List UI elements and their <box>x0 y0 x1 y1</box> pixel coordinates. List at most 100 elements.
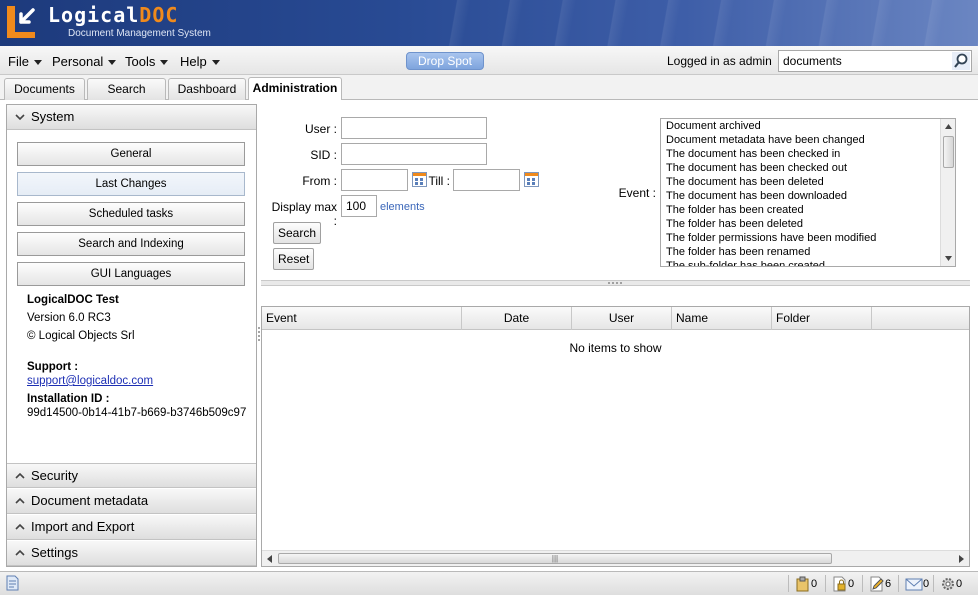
product-name: LogicalDOC Test <box>27 294 119 306</box>
edit-document-icon <box>870 576 884 592</box>
grid-header: Event Date User Name Folder <box>262 307 969 330</box>
chevron-up-icon <box>15 497 25 504</box>
section-document-metadata-label: Document metadata <box>31 493 149 508</box>
event-option[interactable]: Document metadata have been changed <box>661 133 955 147</box>
horizontal-splitter[interactable] <box>261 280 970 286</box>
tab-administration[interactable]: Administration <box>248 77 342 100</box>
status-bar: 0 0 6 0 0 <box>0 571 978 595</box>
event-option[interactable]: The folder has been deleted <box>661 217 955 231</box>
chevron-down-icon <box>211 60 220 66</box>
status-separator <box>898 575 899 592</box>
section-import-export-header[interactable]: Import and Export <box>7 515 256 540</box>
user-field-box <box>341 117 487 139</box>
section-settings-header[interactable]: Settings <box>7 541 256 566</box>
general-button[interactable]: General <box>17 142 245 166</box>
scheduled-tasks-button[interactable]: Scheduled tasks <box>17 202 245 226</box>
status-separator <box>825 575 826 592</box>
last-changes-button[interactable]: Last Changes <box>17 172 245 196</box>
user-field[interactable] <box>342 118 486 138</box>
clipboard-icon <box>796 576 809 592</box>
menu-file[interactable]: File <box>8 54 42 69</box>
scroll-right-arrow-icon[interactable] <box>954 552 968 566</box>
chevron-down-icon <box>108 60 117 66</box>
app-subtitle: Document Management System <box>68 28 211 39</box>
scroll-up-arrow-icon[interactable] <box>944 122 953 131</box>
event-option[interactable]: The folder has been renamed <box>661 245 955 259</box>
scrollbar-thumb[interactable]: ||| <box>278 553 832 564</box>
menu-tools[interactable]: Tools <box>125 54 169 69</box>
tab-search[interactable]: Search <box>87 78 166 100</box>
event-option[interactable]: The sub-folder has been created <box>661 259 955 266</box>
logged-in-label: Logged in as admin <box>667 54 772 68</box>
support-email-wrap: support@logicaldoc.com <box>27 375 153 387</box>
display-max-field[interactable] <box>342 196 376 216</box>
event-multiselect[interactable]: Document archived Document metadata have… <box>660 118 956 267</box>
section-import-export-label: Import and Export <box>31 519 135 534</box>
column-name[interactable]: Name <box>672 307 772 330</box>
chevron-up-icon <box>15 549 25 556</box>
scrollbar-thumb[interactable] <box>943 136 954 168</box>
sid-field-box <box>341 143 487 165</box>
section-document-metadata-header[interactable]: Document metadata <box>7 489 256 514</box>
column-folder[interactable]: Folder <box>772 307 872 330</box>
column-event[interactable]: Event <box>262 307 462 330</box>
column-user[interactable]: User <box>572 307 672 330</box>
column-date[interactable]: Date <box>462 307 572 330</box>
event-option[interactable]: The document has been checked out <box>661 161 955 175</box>
section-security-header[interactable]: Security <box>7 463 256 488</box>
locked-document-icon <box>833 576 846 592</box>
event-option[interactable]: The document has been downloaded <box>661 189 955 203</box>
calendar-icon[interactable] <box>524 172 539 187</box>
gear-icon <box>942 578 954 591</box>
till-date-field[interactable] <box>454 170 519 190</box>
elements-label: elements <box>380 201 425 213</box>
status-separator <box>788 575 789 592</box>
event-option[interactable]: The document has been checked in <box>661 147 955 161</box>
menu-help[interactable]: Help <box>180 54 220 69</box>
support-email-link[interactable]: support@logicaldoc.com <box>27 375 153 387</box>
quick-search-box <box>778 50 972 72</box>
mail-icon <box>905 578 923 591</box>
search-icon[interactable] <box>952 52 970 70</box>
from-date-box <box>341 169 408 191</box>
sid-field[interactable] <box>342 144 486 164</box>
document-icon[interactable] <box>5 575 19 591</box>
search-button[interactable]: Search <box>273 222 322 244</box>
chevron-down-icon <box>15 114 25 121</box>
event-option[interactable]: The document has been deleted <box>661 175 955 189</box>
quick-search-input[interactable] <box>779 51 949 71</box>
messages-counter[interactable]: 0 <box>905 575 929 593</box>
search-and-indexing-button[interactable]: Search and Indexing <box>17 232 245 256</box>
from-date-field[interactable] <box>342 170 407 190</box>
till-date-box <box>453 169 520 191</box>
empty-grid-message: No items to show <box>569 341 662 355</box>
checked-out-documents-counter[interactable]: 6 <box>869 575 891 593</box>
header-decoration <box>418 0 978 46</box>
support-label: Support : <box>27 361 79 373</box>
gui-languages-button[interactable]: GUI Languages <box>17 262 245 286</box>
tab-dashboard[interactable]: Dashboard <box>168 78 246 100</box>
menu-personal[interactable]: Personal <box>52 54 117 69</box>
event-list-scrollbar[interactable] <box>940 119 955 266</box>
section-settings-label: Settings <box>31 545 78 560</box>
section-system-label: System <box>31 109 75 124</box>
scroll-down-arrow-icon[interactable] <box>944 254 953 263</box>
event-option[interactable]: The folder permissions have been modifie… <box>661 231 955 245</box>
tab-documents[interactable]: Documents <box>4 78 85 100</box>
system-tasks-counter[interactable]: 0 <box>940 575 962 593</box>
event-option[interactable]: Document archived <box>661 119 955 133</box>
clipboard-counter[interactable]: 0 <box>795 575 817 593</box>
locked-documents-counter[interactable]: 0 <box>832 575 854 593</box>
grid-horizontal-scrollbar[interactable]: ||| <box>262 550 969 566</box>
app-logo-title: LogicalDOC <box>48 3 179 27</box>
chevron-down-icon <box>33 60 42 66</box>
event-option[interactable]: The folder has been created <box>661 203 955 217</box>
calendar-icon[interactable] <box>412 172 427 187</box>
status-separator <box>862 575 863 592</box>
scroll-left-arrow-icon[interactable] <box>263 552 277 566</box>
reset-button[interactable]: Reset <box>273 248 315 270</box>
drop-spot-button[interactable]: Drop Spot <box>406 52 484 70</box>
product-version: Version 6.0 RC3 <box>27 312 111 324</box>
logicaldoc-logo-icon <box>7 6 35 38</box>
section-system-header[interactable]: System <box>7 105 256 130</box>
